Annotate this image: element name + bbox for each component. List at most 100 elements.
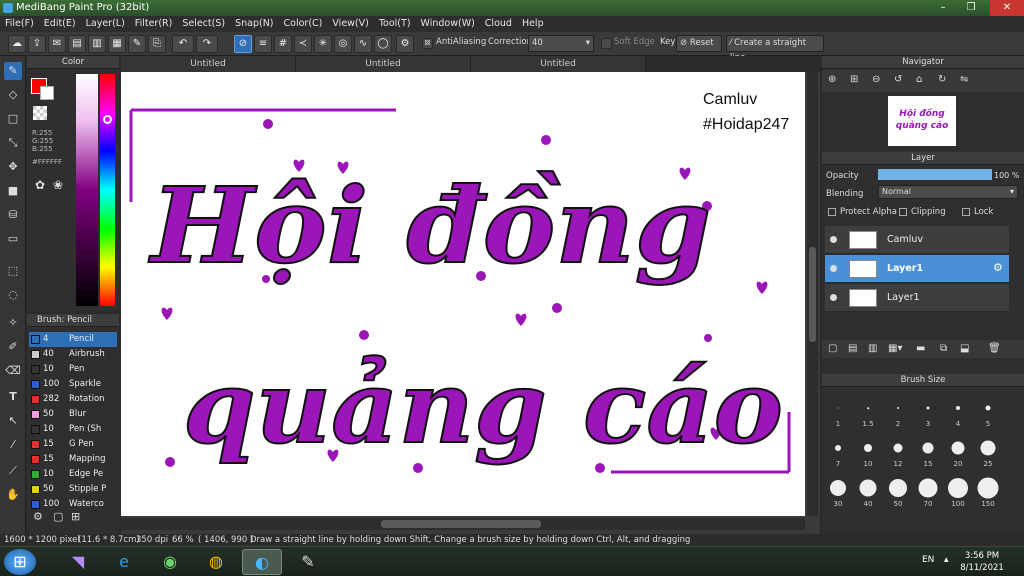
radial-snap-icon[interactable]: ✳ (314, 35, 332, 53)
brush-size-cell[interactable]: 70 (915, 472, 941, 508)
blending-select[interactable]: Normal ▾ (878, 185, 1018, 199)
menu-select[interactable]: Select(S) (177, 16, 230, 32)
visibility-icon[interactable] (830, 294, 837, 301)
duplicate-layer-icon[interactable]: ⧉ (940, 343, 947, 354)
antialiasing-checkbox[interactable]: ☒ (422, 38, 433, 49)
secondary-color-swatch[interactable] (40, 86, 54, 100)
start-button[interactable]: ⊞ (4, 549, 36, 575)
layer-row-layer1-selected[interactable]: Layer1 ⚙ (825, 255, 1009, 283)
brush-settings-icon[interactable]: ⚙ (33, 510, 43, 523)
minimize-button[interactable]: – (930, 0, 956, 16)
internet-explorer-icon[interactable]: e (104, 549, 144, 575)
visual-studio-icon[interactable]: ◥ (58, 549, 98, 575)
brush-list-item[interactable]: 50 Blur (29, 407, 117, 422)
saturation-bar[interactable] (76, 74, 98, 306)
divide-tool-icon[interactable]: ⟋ (4, 462, 22, 480)
menu-cloud[interactable]: Cloud (480, 16, 517, 32)
brush-size-cell[interactable]: 30 (825, 472, 851, 508)
menu-tool[interactable]: Tool(T) (374, 16, 416, 32)
zoom-fit-icon[interactable]: ⊞ (850, 74, 858, 85)
document-icon[interactable]: ▤ (68, 35, 86, 53)
lock-checkbox[interactable] (962, 208, 970, 216)
brush-new-icon[interactable]: ▢ (53, 510, 63, 523)
layer-row-layer1[interactable]: Layer1 (825, 284, 1009, 312)
brush-size-cell[interactable]: 7 (825, 432, 851, 468)
brush-list-item[interactable]: 15 G Pen (29, 437, 117, 452)
line-tool-icon[interactable]: ⤡ (4, 134, 22, 152)
chrome-icon[interactable]: ◍ (196, 549, 236, 575)
zoom-out-icon[interactable]: ⊖ (872, 74, 880, 85)
brush-size-cell[interactable]: 1 (825, 392, 851, 428)
eyedropper-icon[interactable]: ⁄ (4, 436, 22, 454)
move-tool-icon[interactable]: ✥ (4, 158, 22, 176)
grid-icon[interactable]: ▦ (108, 35, 126, 53)
brush-add-icon[interactable]: ⊞ (71, 510, 80, 523)
brush-size-cell[interactable]: 3 (915, 392, 941, 428)
merge-layer-icon[interactable]: ⬓ (960, 343, 969, 354)
export-icon[interactable]: ⎘ (148, 35, 166, 53)
lasso-tool-icon[interactable]: ◌ (4, 286, 22, 304)
ellipse-snap-icon[interactable]: ◯ (374, 35, 392, 53)
menu-snap[interactable]: Snap(N) (230, 16, 278, 32)
gradient-tool-icon[interactable]: ▭ (4, 230, 22, 248)
brush-tool-icon[interactable]: ✎ (4, 62, 22, 80)
brush-size-cell[interactable]: 1.5 (855, 392, 881, 428)
vertical-scrollbar[interactable] (807, 72, 818, 516)
menu-filter[interactable]: Filter(R) (130, 16, 178, 32)
cloud-icon[interactable]: ☁ (8, 35, 26, 53)
menu-layer[interactable]: Layer(L) (81, 16, 130, 32)
select-eraser-icon[interactable]: ⌫ (4, 362, 22, 380)
hand-tool-icon[interactable]: ✋ (4, 486, 22, 504)
new-8bit-layer-icon[interactable]: ▥ (868, 343, 877, 354)
transparent-swatch[interactable] (33, 106, 47, 120)
vanish-snap-icon[interactable]: ≺ (294, 35, 312, 53)
navigator-preview[interactable]: Hội đồng quảng cáo (888, 96, 956, 146)
brush-list-item[interactable]: 100 Sparkle (29, 377, 117, 392)
text-tool-icon[interactable]: T (4, 388, 22, 406)
tab-document-1[interactable]: Untitled (121, 56, 296, 72)
opacity-slider[interactable] (878, 169, 992, 180)
edit-icon[interactable]: ✎ (128, 35, 146, 53)
brush-size-cell[interactable]: 15 (915, 432, 941, 468)
visibility-icon[interactable] (830, 236, 837, 243)
share-icon[interactable]: ⇪ (28, 35, 46, 53)
settings-gear-icon[interactable]: ⚙ (396, 35, 414, 53)
operation-tool-icon[interactable]: ↖ (4, 412, 22, 430)
comment-icon[interactable]: ✉ (48, 35, 66, 53)
brush-list-item[interactable]: 15 Mapping (29, 452, 117, 467)
fill-rect-tool-icon[interactable]: ■ (4, 182, 22, 200)
tab-document-3[interactable]: Untitled (471, 56, 646, 72)
parallel-snap-icon[interactable]: ≡ (254, 35, 272, 53)
zoom-in-icon[interactable]: ⊕ (828, 74, 836, 85)
rotate-right-icon[interactable]: ↻ (938, 74, 946, 85)
brush-size-cell[interactable]: 100 (945, 472, 971, 508)
undo-icon[interactable]: ↶ (172, 35, 194, 53)
reset-view-icon[interactable]: ⌂ (916, 74, 922, 85)
brush-list-item[interactable]: 10 Pen (29, 362, 117, 377)
horizontal-scroll-thumb[interactable] (381, 520, 541, 528)
select-tool-icon[interactable]: ⬚ (4, 262, 22, 280)
redo-icon[interactable]: ↷ (196, 35, 218, 53)
straight-line-button[interactable]: ⁄ Create a straight line (726, 35, 824, 63)
menu-window[interactable]: Window(W) (416, 16, 480, 32)
clipping-checkbox[interactable] (899, 208, 907, 216)
horizontal-scrollbar[interactable] (121, 518, 805, 530)
brush-size-cell[interactable]: 2 (885, 392, 911, 428)
brush-size-cell[interactable]: 150 (975, 472, 1001, 508)
circle-snap-icon[interactable]: ◎ (334, 35, 352, 53)
correction-select[interactable]: 40 ▾ (528, 35, 594, 52)
brush-size-cell[interactable]: 4 (945, 392, 971, 428)
rotate-left-icon[interactable]: ↺ (894, 74, 902, 85)
brush-size-cell[interactable]: 10 (855, 432, 881, 468)
menu-edit[interactable]: Edit(E) (39, 16, 81, 32)
folder-icon[interactable]: ▬ (916, 343, 925, 354)
cross-snap-icon[interactable]: # (274, 35, 292, 53)
menu-file[interactable]: File(F) (0, 16, 39, 32)
brush-list-item[interactable]: 4 Pencil (29, 332, 117, 347)
language-indicator[interactable]: EN (922, 555, 934, 565)
page-icon[interactable]: ▥ (88, 35, 106, 53)
vertical-scroll-thumb[interactable] (809, 247, 816, 342)
curve-snap-icon[interactable]: ∿ (354, 35, 372, 53)
visibility-icon[interactable] (830, 265, 837, 272)
brush-list-item[interactable]: 10 Edge Pe (29, 467, 117, 482)
